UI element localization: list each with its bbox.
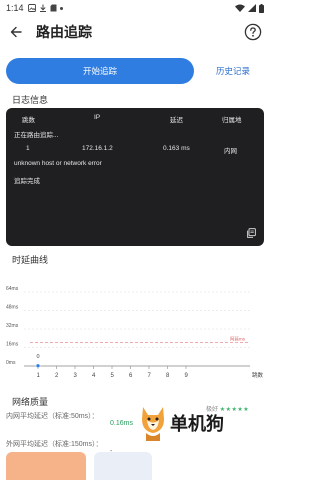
- x-tick-label: 9: [185, 373, 189, 379]
- battery-icon: [259, 3, 264, 13]
- bottom-card-middle[interactable]: [94, 452, 152, 480]
- bottom-card-left[interactable]: [6, 452, 86, 480]
- history-button[interactable]: 历史记录: [204, 58, 262, 84]
- quality-section-title: 网络质量: [12, 397, 49, 407]
- log-line-tracing: 正在路由追踪...: [14, 132, 59, 139]
- dot-icon: [59, 6, 63, 10]
- status-time: 1:14: [6, 3, 24, 13]
- dog-mascot-icon: [142, 407, 164, 441]
- log-section-title: 日志信息: [12, 95, 49, 105]
- y-tick-label: 48ms: [6, 305, 19, 311]
- image-notification-icon: [27, 4, 36, 12]
- extranet-latency-text: 外网平均延迟（标准:150ms）：: [6, 441, 103, 448]
- y-tick-label: 32ms: [6, 323, 19, 329]
- download-notification-icon: [39, 4, 46, 12]
- intranet-latency-value: 0.16ms: [110, 420, 133, 427]
- watermark-text: 单机狗: [170, 414, 224, 434]
- x-tick-label: 7: [148, 373, 152, 379]
- intranet-latency-label: 内网平均延迟（标准:50ms）：: [6, 412, 106, 422]
- x-tick-label: 2: [55, 373, 59, 379]
- start-trace-button[interactable]: 开始追踪: [6, 58, 194, 84]
- x-tick-label: 6: [129, 373, 133, 379]
- y-tick-label: 16ms: [6, 342, 19, 348]
- app-bar: 路由追踪: [0, 16, 270, 48]
- help-icon: [244, 23, 262, 41]
- watermark: 单机狗: [138, 398, 248, 448]
- page-title: 路由追踪: [36, 24, 92, 40]
- log-header-location: 归属地: [222, 117, 242, 124]
- log-header-delay: 延迟: [170, 117, 183, 124]
- log-cell-ip: 172.16.1.2: [82, 145, 113, 152]
- x-tick-label: 1: [37, 373, 41, 379]
- log-header-hop: 跳数: [22, 117, 35, 124]
- x-tick-label: 3: [74, 373, 78, 379]
- data-point: [35, 363, 41, 369]
- x-axis-label: 跳数: [252, 371, 264, 379]
- log-header-ip: IP: [94, 114, 101, 121]
- threshold-label: 阿延ms: [230, 336, 246, 343]
- log-cell-delay: 0.163 ms: [163, 145, 190, 152]
- wifi-icon: [235, 4, 245, 12]
- copy-log-button[interactable]: [246, 228, 256, 238]
- extranet-latency-label: 外网平均延迟（标准:150ms）：: [6, 440, 106, 450]
- log-table-header: 跳数 IP 延迟 归属地: [6, 114, 264, 124]
- chart-section-title: 时延曲线: [12, 255, 49, 265]
- x-tick-label: 8: [166, 373, 170, 379]
- log-line-error: unknown host or network error: [14, 160, 102, 167]
- back-button[interactable]: [0, 16, 32, 48]
- copy-icon: [247, 228, 256, 238]
- intranet-latency-text: 内网平均延迟（标准:50ms）：: [6, 413, 99, 420]
- log-cell-location: 内网: [224, 148, 237, 155]
- y-tick-label: 64ms: [6, 286, 19, 292]
- log-table-row: 1 172.16.1.2 0.163 ms 内网: [6, 145, 264, 155]
- help-button[interactable]: [244, 23, 262, 41]
- log-line-done: 追踪完成: [14, 178, 40, 185]
- log-cell-hop: 1: [26, 145, 30, 152]
- latency-chart: 64ms 48ms 32ms 16ms 0ms 1 2 3 4 5 6 7 8 9 跳数 阿延ms 0: [6, 286, 264, 379]
- data-point-label: 0: [37, 354, 40, 360]
- log-panel: 跳数 IP 延迟 归属地 正在路由追踪... 1 172.16.1.2 0.16…: [6, 108, 264, 246]
- arrow-back-icon: [10, 26, 22, 38]
- x-tick-label: 4: [92, 373, 96, 379]
- signal-icon: [248, 4, 256, 12]
- y-tick-label: 0ms: [6, 360, 16, 366]
- sd-card-icon: [50, 4, 57, 12]
- x-tick-label: 5: [111, 373, 115, 379]
- status-bar: 1:14: [0, 0, 270, 16]
